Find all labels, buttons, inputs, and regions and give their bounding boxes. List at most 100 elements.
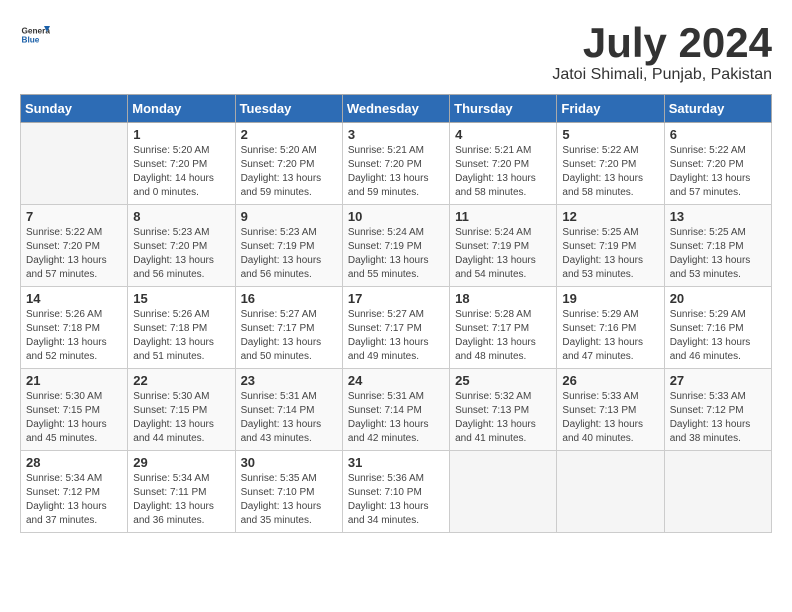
day-number: 11 xyxy=(455,209,551,224)
weekday-header-sunday: Sunday xyxy=(21,95,128,123)
day-info: Sunrise: 5:22 AM Sunset: 7:20 PM Dayligh… xyxy=(562,144,658,200)
day-info: Sunrise: 5:27 AM Sunset: 7:17 PM Dayligh… xyxy=(348,308,444,364)
day-number: 8 xyxy=(133,209,229,224)
calendar-cell: 17 Sunrise: 5:27 AM Sunset: 7:17 PM Dayli… xyxy=(342,287,449,369)
calendar-cell xyxy=(21,123,128,205)
day-number: 17 xyxy=(348,291,444,306)
calendar-cell: 19Sunrise: 5:29 AM Sunset: 7:16 PM Dayli… xyxy=(557,287,664,369)
calendar-cell: 18Sunrise: 5:28 AM Sunset: 7:17 PM Dayli… xyxy=(450,287,557,369)
calendar-cell xyxy=(450,451,557,533)
day-info: Sunrise: 5:36 AM Sunset: 7:10 PM Dayligh… xyxy=(348,472,444,528)
calendar-cell: 29Sunrise: 5:34 AM Sunset: 7:11 PM Dayli… xyxy=(128,451,235,533)
calendar-cell xyxy=(664,451,771,533)
svg-text:Blue: Blue xyxy=(22,36,40,45)
weekday-header-monday: Monday xyxy=(128,95,235,123)
day-info: Sunrise: 5:24 AM Sunset: 7:19 PM Dayligh… xyxy=(455,226,551,282)
day-info: Sunrise: 5:31 AM Sunset: 7:14 PM Dayligh… xyxy=(348,390,444,446)
calendar-cell: 16Sunrise: 5:27 AM Sunset: 7:17 PM Dayli… xyxy=(235,287,342,369)
calendar-cell: 7Sunrise: 5:22 AM Sunset: 7:20 PM Daylig… xyxy=(21,205,128,287)
title-section: July 2024 Jatoi Shimali, Punjab, Pakista… xyxy=(552,20,772,84)
calendar-cell: 1 Sunrise: 5:20 AM Sunset: 7:20 PM Daylig… xyxy=(128,123,235,205)
day-info: Sunrise: 5:29 AM Sunset: 7:16 PM Dayligh… xyxy=(562,308,658,364)
calendar-cell: 27Sunrise: 5:33 AM Sunset: 7:12 PM Dayli… xyxy=(664,369,771,451)
day-number: 16 xyxy=(241,291,337,306)
calendar-header: SundayMondayTuesdayWednesdayThursdayFrid… xyxy=(21,95,772,123)
day-info: Sunrise: 5:29 AM Sunset: 7:16 PM Dayligh… xyxy=(670,308,766,364)
day-info: Sunrise: 5:25 AM Sunset: 7:18 PM Dayligh… xyxy=(670,226,766,282)
day-info: Sunrise: 5:20 AM Sunset: 7:20 PM Dayligh… xyxy=(133,144,229,200)
calendar-cell: 24 Sunrise: 5:31 AM Sunset: 7:14 PM Dayli… xyxy=(342,369,449,451)
day-number: 13 xyxy=(670,209,766,224)
day-info: Sunrise: 5:24 AM Sunset: 7:19 PM Dayligh… xyxy=(348,226,444,282)
day-number: 10 xyxy=(348,209,444,224)
calendar-table: SundayMondayTuesdayWednesdayThursdayFrid… xyxy=(20,94,772,533)
weekday-header-wednesday: Wednesday xyxy=(342,95,449,123)
day-number: 24 xyxy=(348,373,444,388)
day-info: Sunrise: 5:23 AM Sunset: 7:20 PM Dayligh… xyxy=(133,226,229,282)
day-info: Sunrise: 5:30 AM Sunset: 7:15 PM Dayligh… xyxy=(26,390,122,446)
calendar-cell: 15 Sunrise: 5:26 AM Sunset: 7:18 PM Dayli… xyxy=(128,287,235,369)
calendar-cell: 12 Sunrise: 5:25 AM Sunset: 7:19 PM Dayli… xyxy=(557,205,664,287)
calendar-cell: 5 Sunrise: 5:22 AM Sunset: 7:20 PM Daylig… xyxy=(557,123,664,205)
calendar-cell: 4 Sunrise: 5:21 AM Sunset: 7:20 PM Daylig… xyxy=(450,123,557,205)
day-info: Sunrise: 5:25 AM Sunset: 7:19 PM Dayligh… xyxy=(562,226,658,282)
calendar-cell: 22 Sunrise: 5:30 AM Sunset: 7:15 PM Dayli… xyxy=(128,369,235,451)
day-info: Sunrise: 5:22 AM Sunset: 7:20 PM Dayligh… xyxy=(670,144,766,200)
day-info: Sunrise: 5:23 AM Sunset: 7:19 PM Dayligh… xyxy=(241,226,337,282)
day-number: 12 xyxy=(562,209,658,224)
weekday-header-row: SundayMondayTuesdayWednesdayThursdayFrid… xyxy=(21,95,772,123)
calendar-cell: 30 Sunrise: 5:35 AM Sunset: 7:10 PM Dayli… xyxy=(235,451,342,533)
month-title: July 2024 xyxy=(552,20,772,66)
calendar-cell: 2Sunrise: 5:20 AM Sunset: 7:20 PM Daylig… xyxy=(235,123,342,205)
location-title: Jatoi Shimali, Punjab, Pakistan xyxy=(552,66,772,84)
day-number: 30 xyxy=(241,455,337,470)
day-info: Sunrise: 5:34 AM Sunset: 7:12 PM Dayligh… xyxy=(26,472,122,528)
day-info: Sunrise: 5:33 AM Sunset: 7:13 PM Dayligh… xyxy=(562,390,658,446)
day-number: 15 xyxy=(133,291,229,306)
weekday-header-tuesday: Tuesday xyxy=(235,95,342,123)
calendar-cell: 23Sunrise: 5:31 AM Sunset: 7:14 PM Dayli… xyxy=(235,369,342,451)
calendar-cell: 11 Sunrise: 5:24 AM Sunset: 7:19 PM Dayli… xyxy=(450,205,557,287)
day-info: Sunrise: 5:26 AM Sunset: 7:18 PM Dayligh… xyxy=(26,308,122,364)
calendar-cell: 13 Sunrise: 5:25 AM Sunset: 7:18 PM Dayli… xyxy=(664,205,771,287)
day-info: Sunrise: 5:21 AM Sunset: 7:20 PM Dayligh… xyxy=(455,144,551,200)
day-info: Sunrise: 5:28 AM Sunset: 7:17 PM Dayligh… xyxy=(455,308,551,364)
day-info: Sunrise: 5:35 AM Sunset: 7:10 PM Dayligh… xyxy=(241,472,337,528)
day-number: 3 xyxy=(348,127,444,142)
day-number: 28 xyxy=(26,455,122,470)
calendar-cell: 26 Sunrise: 5:33 AM Sunset: 7:13 PM Dayli… xyxy=(557,369,664,451)
calendar-cell: 3 Sunrise: 5:21 AM Sunset: 7:20 PM Daylig… xyxy=(342,123,449,205)
calendar-cell: 6 Sunrise: 5:22 AM Sunset: 7:20 PM Daylig… xyxy=(664,123,771,205)
calendar-cell: 10 Sunrise: 5:24 AM Sunset: 7:19 PM Dayli… xyxy=(342,205,449,287)
logo-icon: General Blue xyxy=(20,20,50,50)
day-number: 1 xyxy=(133,127,229,142)
calendar-cell: 20Sunrise: 5:29 AM Sunset: 7:16 PM Dayli… xyxy=(664,287,771,369)
calendar-cell xyxy=(557,451,664,533)
day-number: 2 xyxy=(241,127,337,142)
day-number: 4 xyxy=(455,127,551,142)
day-info: Sunrise: 5:26 AM Sunset: 7:18 PM Dayligh… xyxy=(133,308,229,364)
day-info: Sunrise: 5:21 AM Sunset: 7:20 PM Dayligh… xyxy=(348,144,444,200)
day-number: 9 xyxy=(241,209,337,224)
calendar-cell: 28 Sunrise: 5:34 AM Sunset: 7:12 PM Dayli… xyxy=(21,451,128,533)
calendar-cell: 31 Sunrise: 5:36 AM Sunset: 7:10 PM Dayli… xyxy=(342,451,449,533)
logo: General Blue xyxy=(20,20,54,50)
day-number: 23 xyxy=(241,373,337,388)
day-number: 31 xyxy=(348,455,444,470)
day-number: 5 xyxy=(562,127,658,142)
day-info: Sunrise: 5:30 AM Sunset: 7:15 PM Dayligh… xyxy=(133,390,229,446)
day-number: 25 xyxy=(455,373,551,388)
day-info: Sunrise: 5:33 AM Sunset: 7:12 PM Dayligh… xyxy=(670,390,766,446)
weekday-header-saturday: Saturday xyxy=(664,95,771,123)
week-row-5: 28 Sunrise: 5:34 AM Sunset: 7:12 PM Dayli… xyxy=(21,451,772,533)
week-row-2: 7Sunrise: 5:22 AM Sunset: 7:20 PM Daylig… xyxy=(21,205,772,287)
day-number: 6 xyxy=(670,127,766,142)
day-number: 26 xyxy=(562,373,658,388)
weekday-header-friday: Friday xyxy=(557,95,664,123)
header: General Blue July 2024 Jatoi Shimali, Pu… xyxy=(20,20,772,84)
calendar-cell: 25Sunrise: 5:32 AM Sunset: 7:13 PM Dayli… xyxy=(450,369,557,451)
day-number: 21 xyxy=(26,373,122,388)
day-number: 22 xyxy=(133,373,229,388)
week-row-3: 14Sunrise: 5:26 AM Sunset: 7:18 PM Dayli… xyxy=(21,287,772,369)
day-number: 7 xyxy=(26,209,122,224)
